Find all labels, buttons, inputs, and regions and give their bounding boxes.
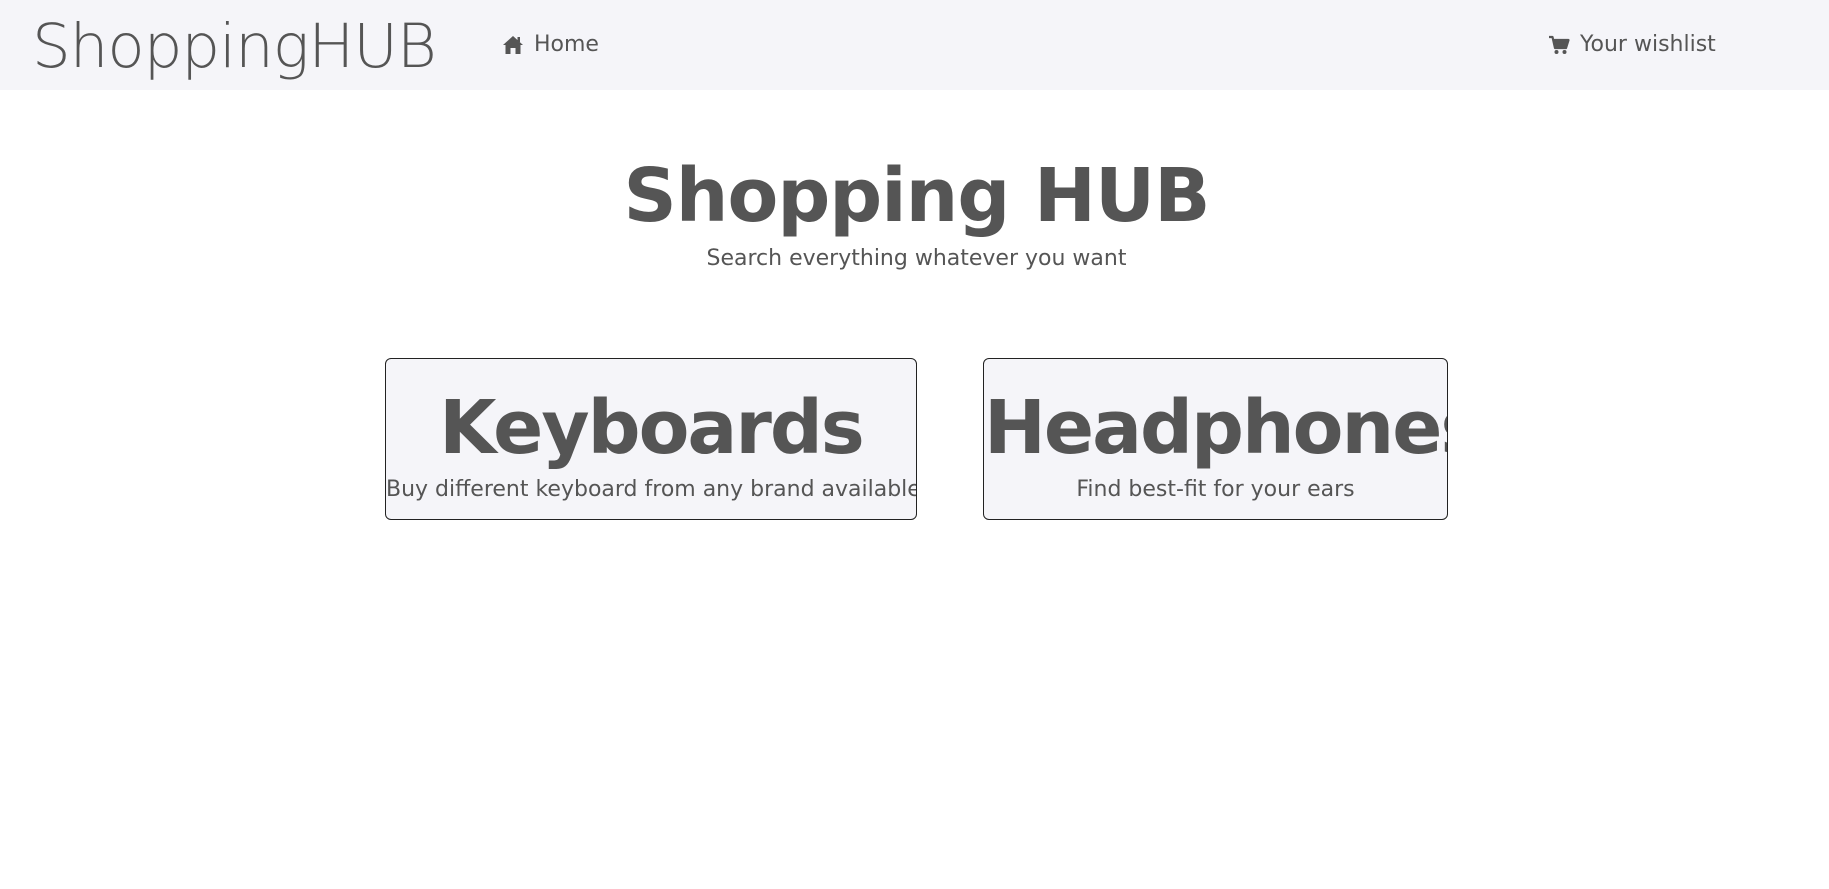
category-card-headphones[interactable]: Headphones Find best-fit for your ears (983, 358, 1448, 520)
nav-home-link[interactable]: Home (502, 30, 599, 60)
category-description: Find best-fit for your ears (1076, 477, 1355, 502)
cart-icon (1548, 35, 1570, 55)
nav-wishlist-label: Your wishlist (1580, 32, 1716, 57)
nav-home-label: Home (534, 32, 599, 57)
category-title: Keyboards (439, 385, 865, 471)
page-subtitle: Search everything whatever you want (706, 246, 1127, 271)
nav-wishlist-link[interactable]: Your wishlist (1548, 30, 1716, 60)
home-icon (502, 35, 524, 55)
category-card-keyboards[interactable]: Keyboards Buy different keyboard from an… (385, 358, 917, 520)
category-title: Headphones (984, 385, 1448, 471)
category-description: Buy different keyboard from any brand av… (386, 477, 917, 502)
page-title: Shopping HUB (623, 153, 1211, 239)
brand-logo-link[interactable]: ShoppingHUB (32, 14, 437, 80)
navbar: ShoppingHUB Home Your wishlist (0, 0, 1829, 90)
